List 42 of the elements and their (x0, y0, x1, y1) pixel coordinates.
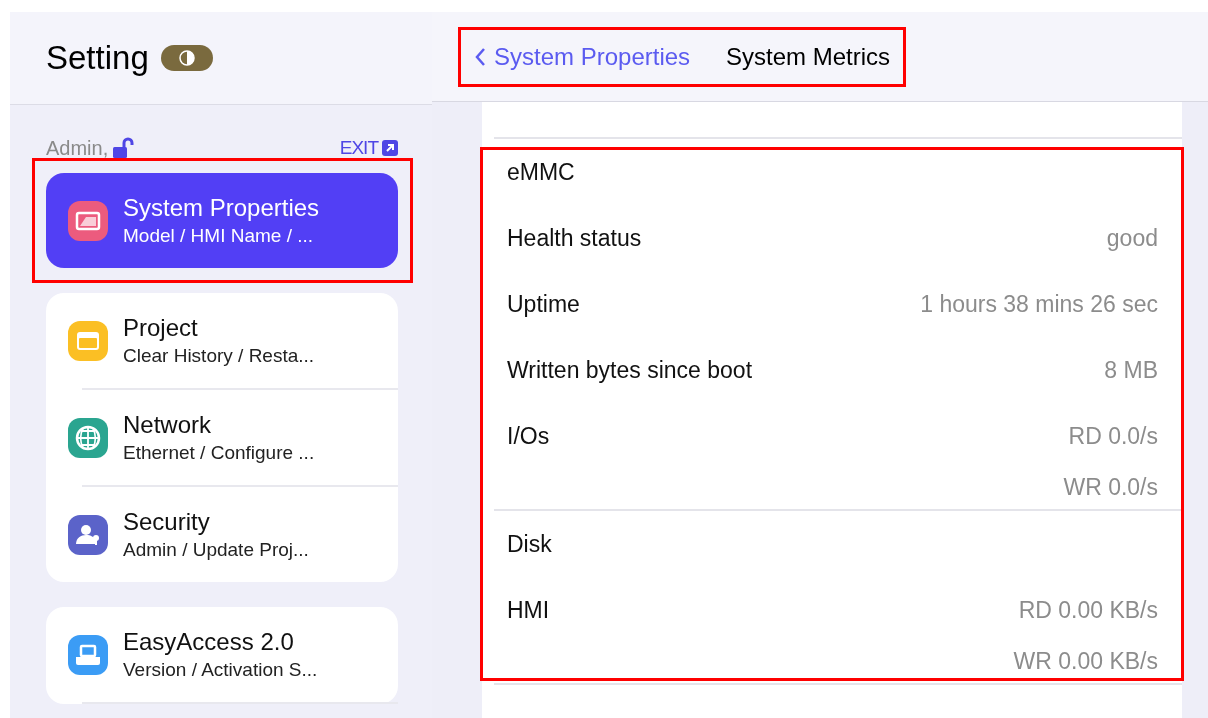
menu-item-subtitle: Admin / Update Proj... (123, 537, 309, 562)
menu-item-subtitle: Version / Activation S... (123, 657, 318, 682)
section-title: eMMC (507, 157, 575, 187)
folder-icon (68, 320, 108, 361)
page-heading: System Metrics (726, 41, 892, 72)
metric-value: RD 0.00 KB/s (1018, 595, 1158, 625)
menu-item[interactable]: System Properties Model / HMI Name / ... (46, 173, 398, 268)
metric-value: 8 MB (1104, 355, 1158, 385)
menu-item[interactable]: Project Clear History / Resta... (46, 293, 398, 388)
metric-value: good (1106, 223, 1158, 253)
back-link[interactable]: System Properties (474, 38, 691, 75)
menu-item-title: System Properties (123, 192, 320, 223)
metric-value: WR 0.00 KB/s (1013, 646, 1158, 676)
menu-item[interactable]: Security Admin / Update Proj... (46, 487, 398, 582)
menu-item-title: EasyAccess 2.0 (123, 626, 295, 657)
metric-label: Written bytes since boot (507, 355, 753, 385)
menu-item[interactable]: EasyAccess 2.0 Version / Activation S... (46, 607, 398, 702)
back-icon (474, 46, 486, 67)
menu-item[interactable]: Network Ethernet / Configure ... (46, 390, 398, 485)
exit-icon (382, 140, 398, 156)
theme-toggle-icon[interactable] (160, 45, 213, 71)
display-icon (68, 200, 108, 241)
section-title: Disk (507, 529, 552, 559)
menu-item-title: Project (123, 312, 199, 343)
metric-label: Health status (507, 223, 642, 253)
exit-button[interactable]: EXIT (339, 133, 398, 163)
metric-value: RD 0.0/s (1068, 421, 1158, 451)
user-icon (68, 514, 108, 555)
user-label: Admin, (46, 136, 109, 161)
page-title: Setting (46, 38, 149, 79)
metric-label: Uptime (507, 289, 580, 319)
menu-item-subtitle: Ethernet / Configure ... (123, 440, 315, 465)
metric-value: WR 0.0/s (1063, 472, 1158, 502)
menu-item-title: Network (123, 409, 213, 440)
metric-value: 1 hours 38 mins 26 sec (920, 289, 1158, 319)
menu-item-subtitle: Model / HMI Name / ... (123, 223, 315, 248)
globe-icon (68, 417, 108, 458)
menu-item-title: Security (123, 506, 211, 537)
metric-label: I/Os (507, 421, 550, 451)
printer-icon (68, 634, 108, 675)
menu-item-subtitle: Clear History / Resta... (123, 343, 315, 368)
metric-label: HMI (507, 595, 550, 625)
